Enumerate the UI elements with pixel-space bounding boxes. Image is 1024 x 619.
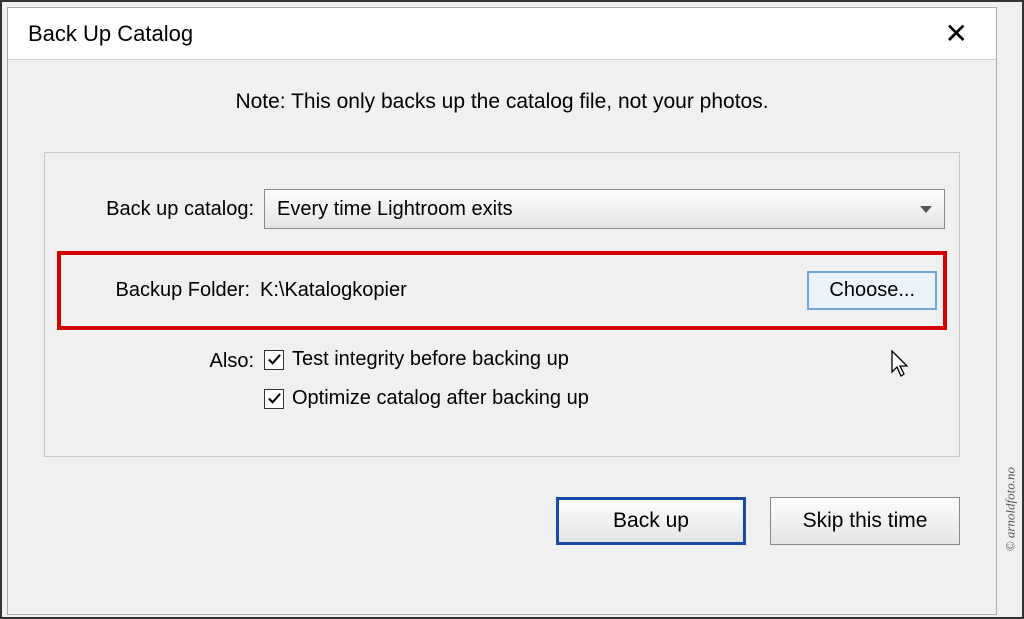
note-text: Note: This only backs up the catalog fil…: [44, 90, 960, 114]
backup-folder-row-highlighted: Backup Folder: K:\Katalogkopier Choose..…: [57, 251, 947, 330]
choose-folder-button[interactable]: Choose...: [807, 271, 937, 310]
dialog-title: Back Up Catalog: [28, 21, 193, 47]
dialog-button-row: Back up Skip this time: [44, 497, 960, 545]
also-label: Also:: [59, 348, 264, 426]
outer-frame: Back Up Catalog ✕ Note: This only backs …: [0, 0, 1024, 619]
backup-catalog-label: Back up catalog:: [59, 198, 264, 221]
checkbox-checked-icon: [264, 389, 284, 409]
backup-catalog-dialog: Back Up Catalog ✕ Note: This only backs …: [7, 7, 997, 615]
titlebar: Back Up Catalog ✕: [8, 8, 996, 60]
backup-catalog-row: Back up catalog: Every time Lightroom ex…: [59, 189, 945, 229]
backup-folder-label: Backup Folder:: [67, 279, 260, 302]
optimize-catalog-option[interactable]: Optimize catalog after backing up: [264, 387, 945, 410]
checkbox-checked-icon: [264, 350, 284, 370]
backup-settings-group: Back up catalog: Every time Lightroom ex…: [44, 152, 960, 457]
skip-button[interactable]: Skip this time: [770, 497, 960, 545]
backup-frequency-value: Every time Lightroom exits: [277, 198, 513, 221]
watermark-text: © arnoldfoto.no: [1002, 467, 1018, 551]
dialog-body: Note: This only backs up the catalog fil…: [8, 60, 996, 614]
optimize-catalog-label: Optimize catalog after backing up: [292, 387, 589, 410]
close-button[interactable]: ✕: [937, 16, 976, 52]
test-integrity-option[interactable]: Test integrity before backing up: [264, 348, 945, 371]
test-integrity-label: Test integrity before backing up: [292, 348, 569, 371]
backup-button[interactable]: Back up: [556, 497, 746, 545]
backup-folder-path: K:\Katalogkopier: [260, 279, 807, 302]
chevron-down-icon: [920, 206, 932, 213]
backup-frequency-dropdown[interactable]: Every time Lightroom exits: [264, 189, 945, 229]
